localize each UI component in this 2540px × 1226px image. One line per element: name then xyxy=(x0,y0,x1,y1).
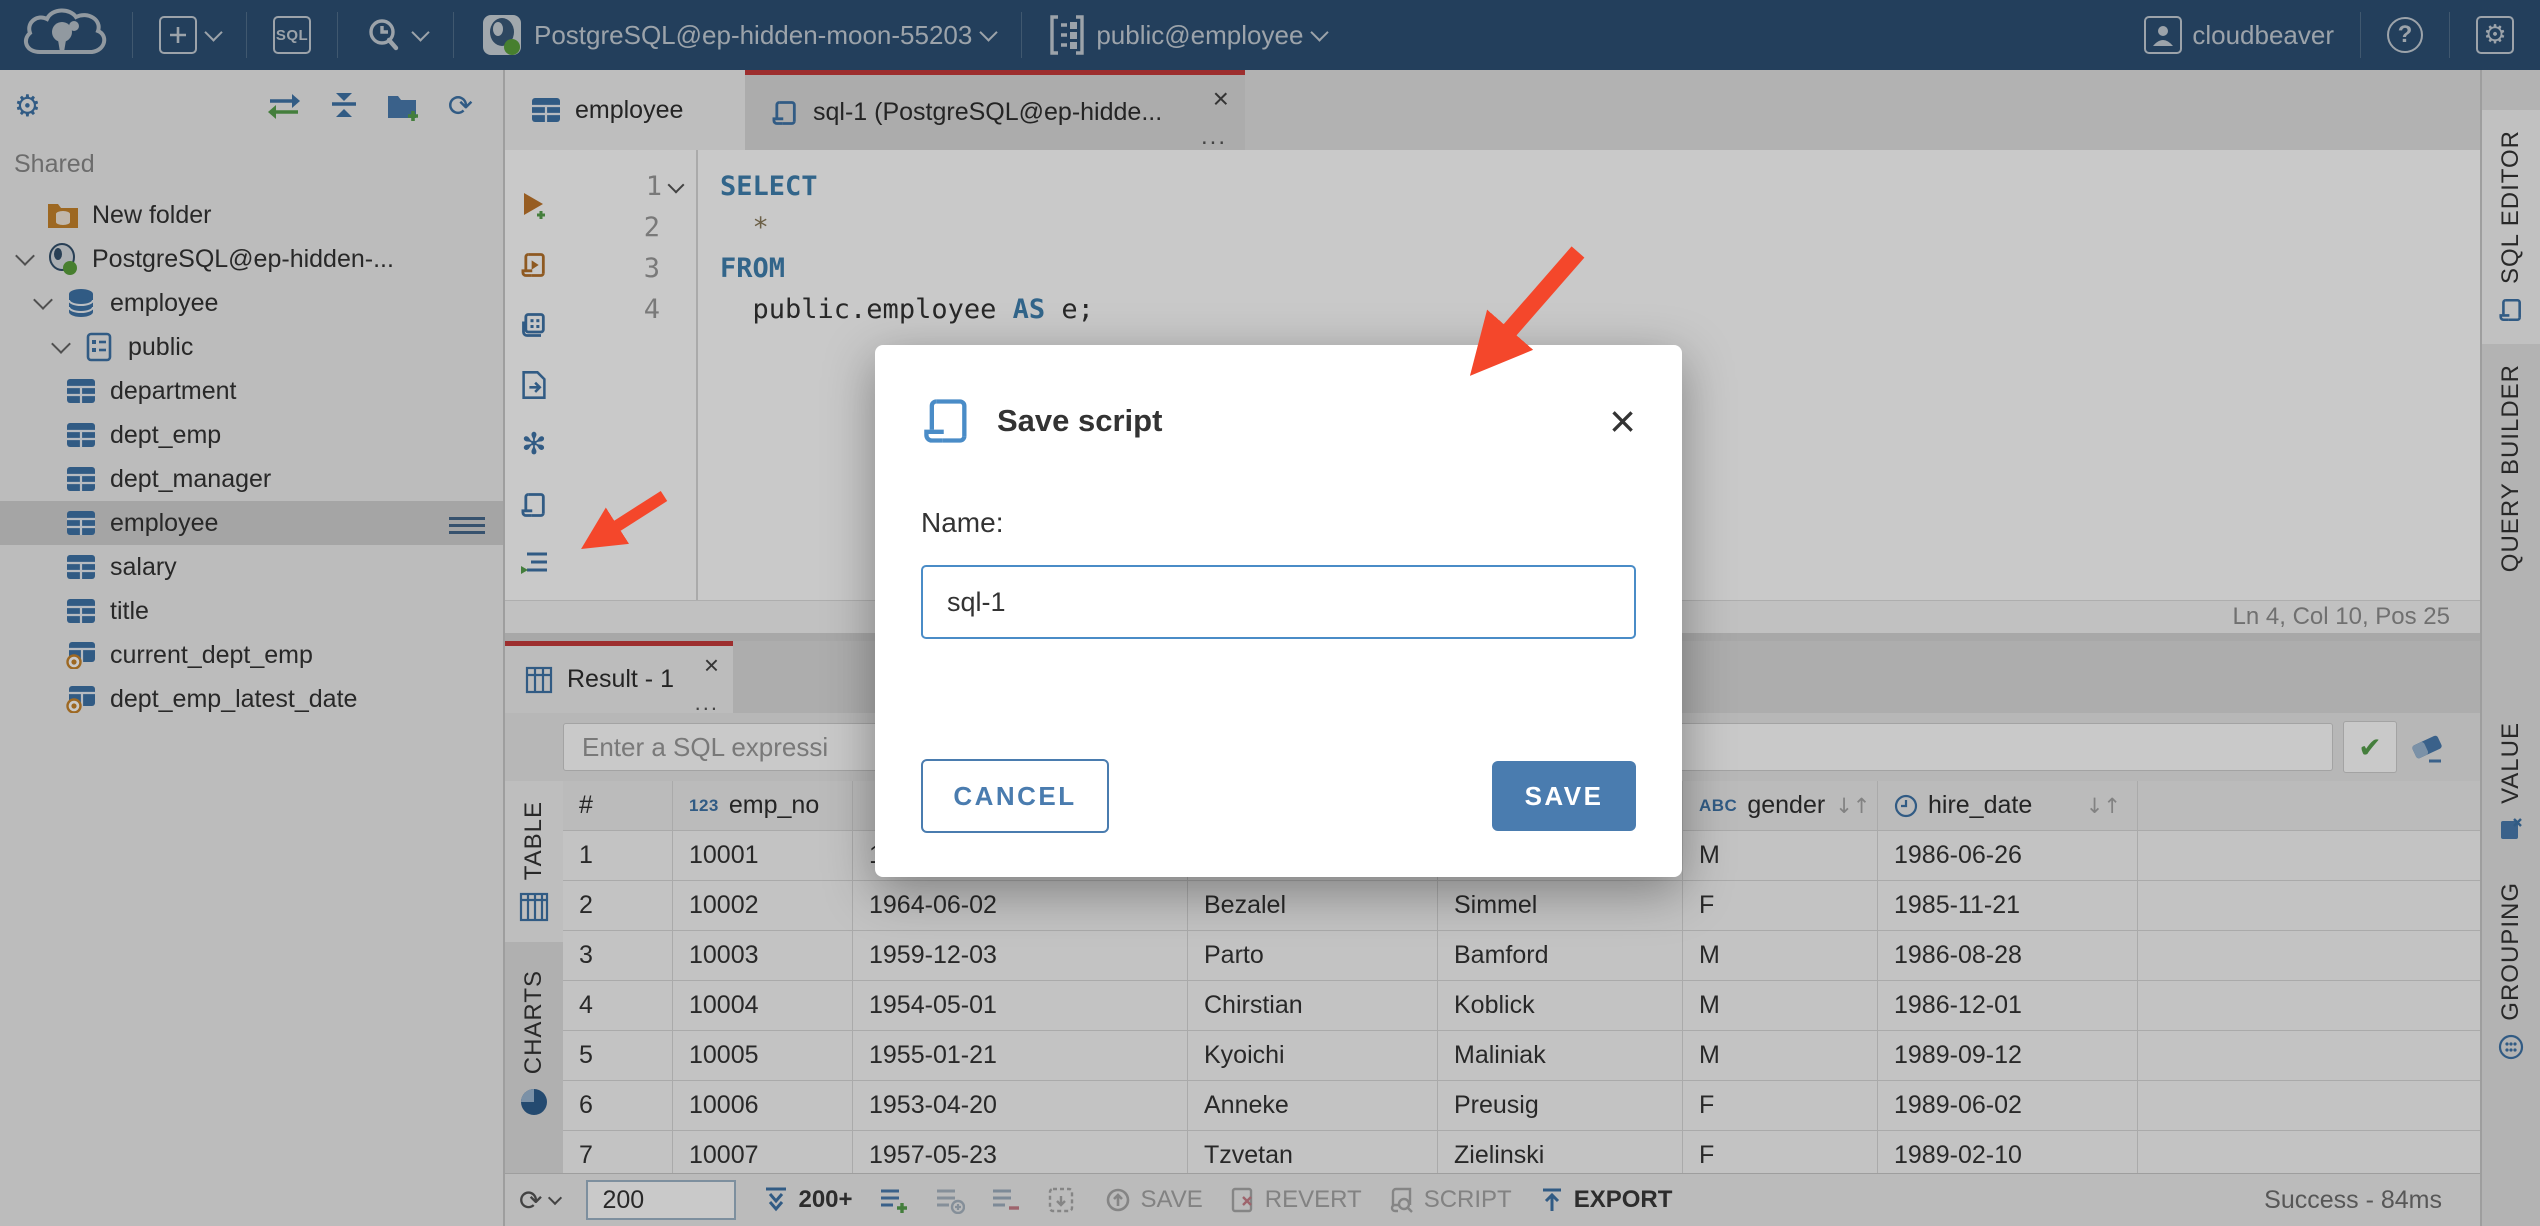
script-icon xyxy=(921,393,973,449)
name-label: Name: xyxy=(921,507,1004,538)
save-script-dialog: Save script × Name: CANCEL SAVE xyxy=(875,345,1682,877)
dialog-title: Save script xyxy=(997,403,1163,438)
script-name-input[interactable] xyxy=(921,565,1636,639)
cloudbeaver-app: SQL PostgreSQL@ep-hidden-moon-55203 publ… xyxy=(0,0,2540,1226)
close-icon[interactable]: × xyxy=(1609,398,1636,444)
save-button[interactable]: SAVE xyxy=(1492,761,1636,831)
cancel-button[interactable]: CANCEL xyxy=(921,759,1109,833)
